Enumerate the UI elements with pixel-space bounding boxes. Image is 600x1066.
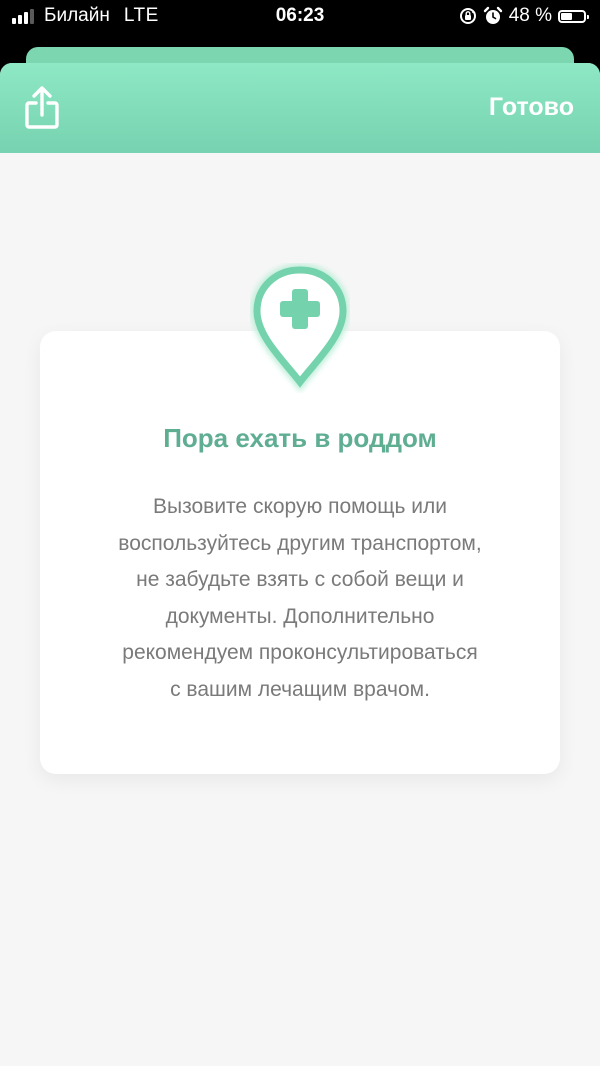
info-card: Пора ехать в роддом Вызовите скорую помо… [40, 331, 560, 774]
alarm-icon [483, 6, 502, 24]
card-title: Пора ехать в роддом [163, 423, 437, 453]
card-body-line: рекомендуем проконсультироваться [122, 641, 478, 664]
share-icon [25, 86, 59, 129]
card-body-line: с вашим лечащим врачом. [170, 677, 430, 701]
card-body-line: не забудьте взять с собой вещи и [136, 568, 464, 591]
nav-bar: Готово [0, 63, 600, 153]
battery-percent: 48 % [508, 5, 552, 26]
medical-pin-icon [250, 263, 350, 392]
battery-icon [558, 9, 589, 23]
screen: Билайн LTE 06:23 48 % Готово Пора ехать … [0, 0, 600, 1066]
card-body: Вызовите скорую помощь или воспользуйтес… [80, 489, 520, 708]
share-button[interactable] [20, 85, 64, 131]
modal-sheet: Готово Пора ехать в роддом Вызовите скор… [0, 63, 600, 1066]
done-button[interactable]: Готово [489, 93, 574, 122]
status-bar: Билайн LTE 06:23 48 % [0, 0, 600, 34]
card-body-line: документы. Дополнительно [165, 604, 435, 628]
battery-fill [561, 12, 572, 20]
rotation-lock-icon [459, 8, 476, 24]
card-body-line: Вызовите скорую помощь или [152, 495, 448, 518]
status-right: 48 % [459, 5, 589, 27]
card-body-line: воспользуйтесь другим транспортом, [118, 531, 482, 555]
